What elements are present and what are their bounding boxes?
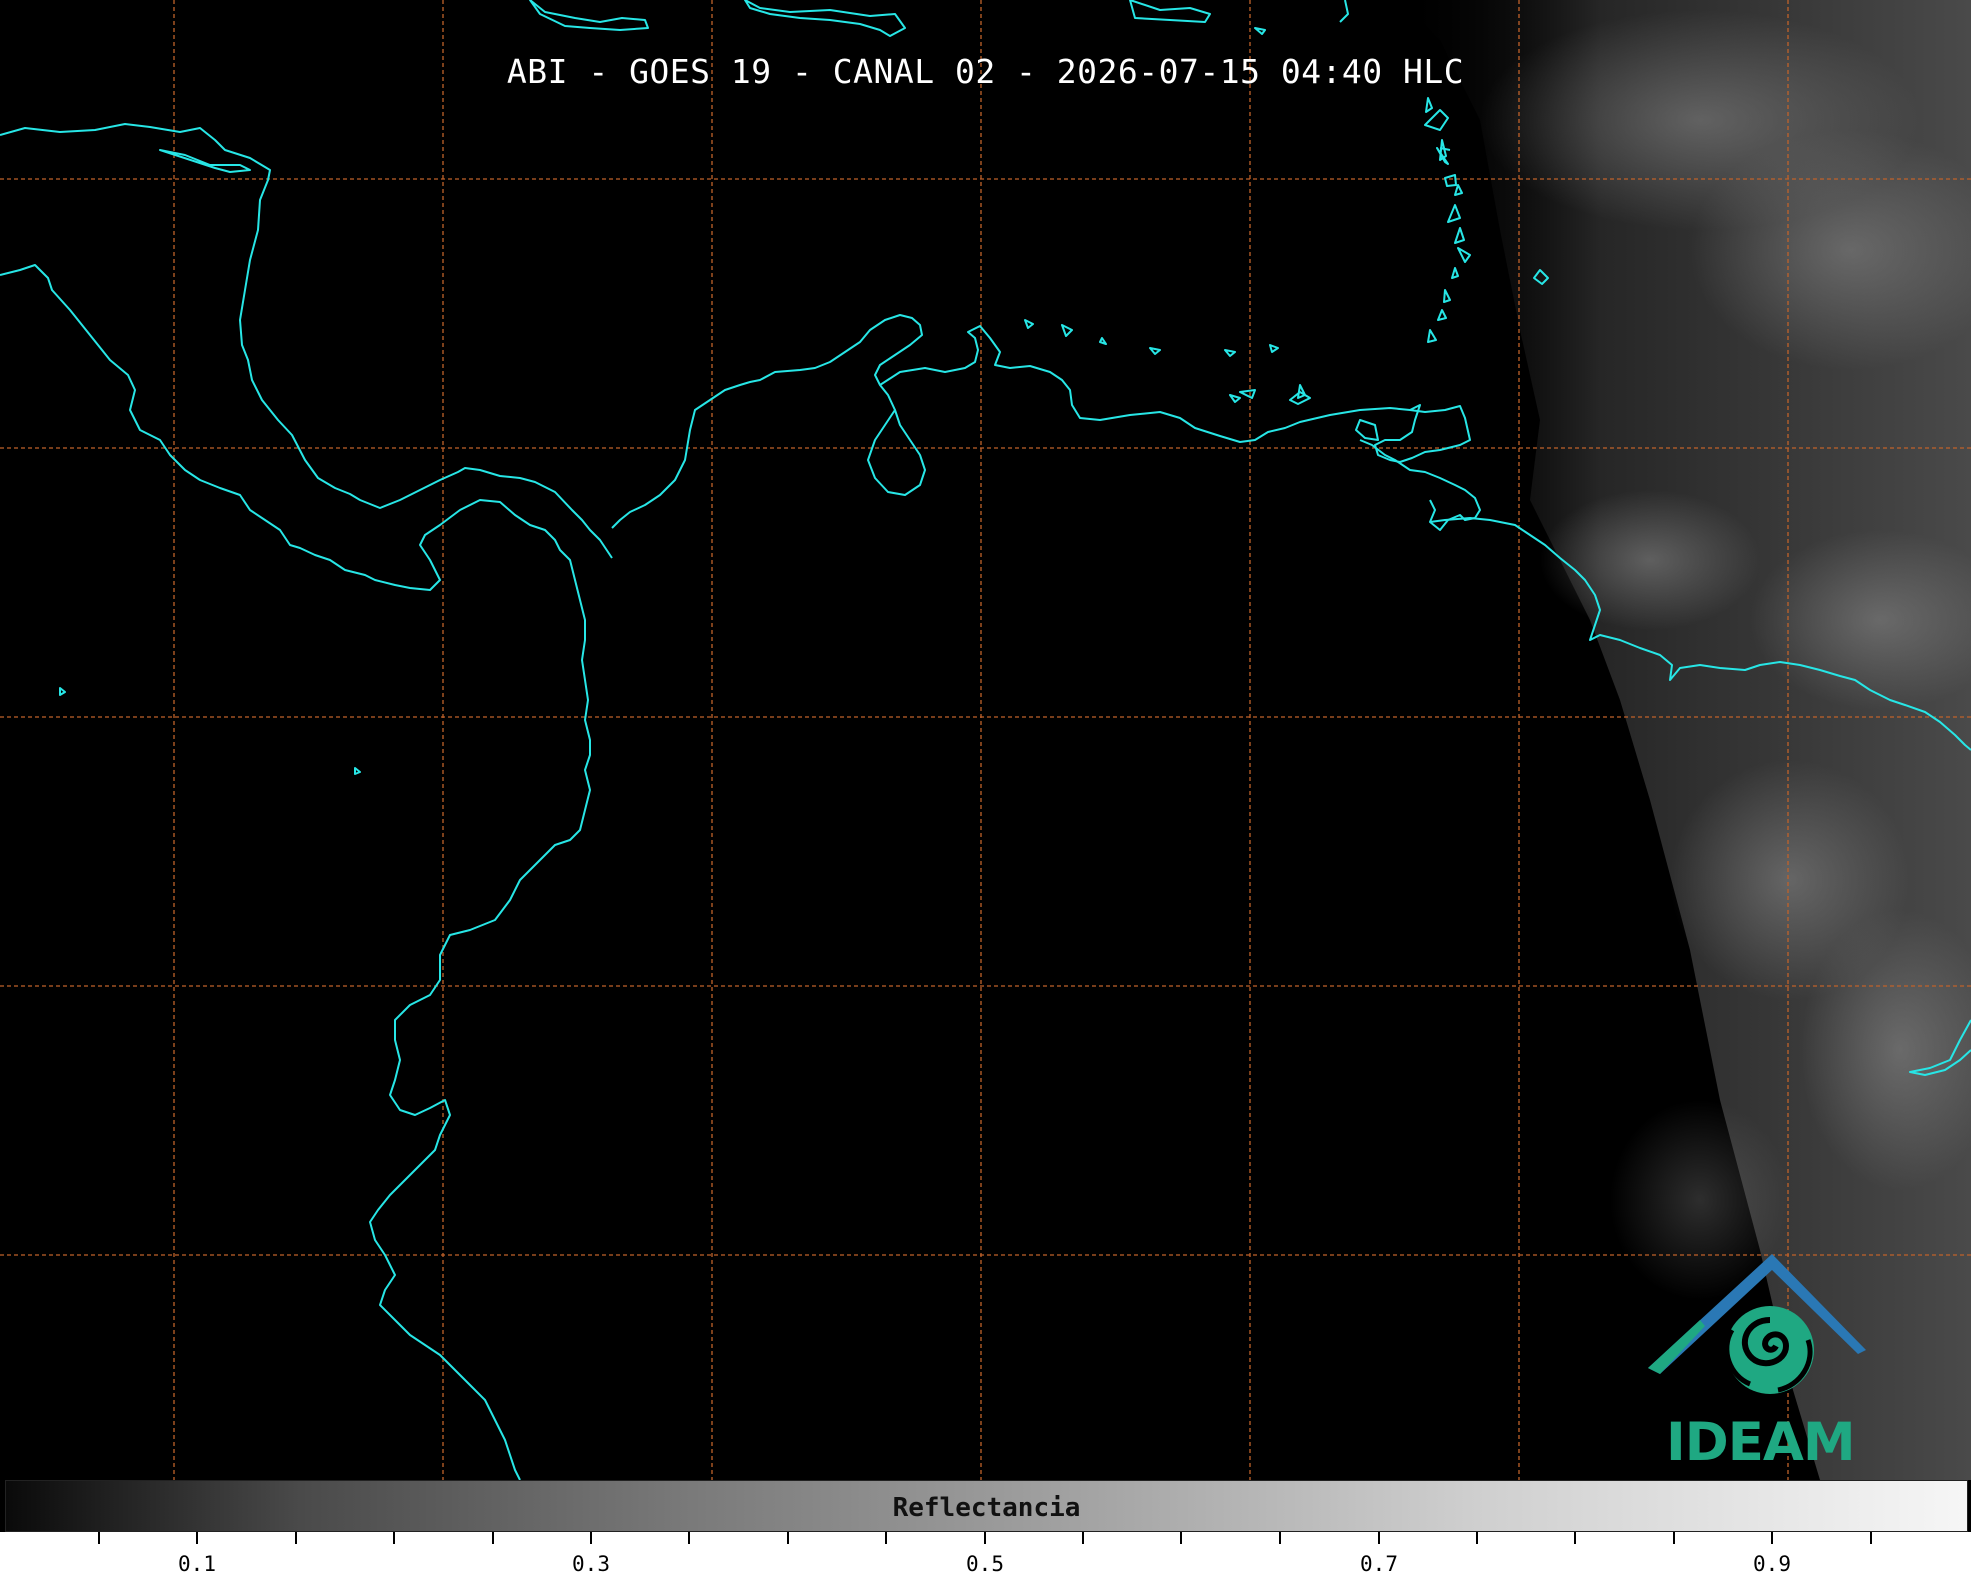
colorbar-minor-tick — [393, 1532, 395, 1544]
map-title: ABI - GOES 19 - CANAL 02 - 2026-07-15 04… — [506, 52, 1465, 91]
colorbar-ticks: 0.1 0.3 0.5 0.7 0.9 — [0, 1532, 1971, 1577]
colorbar-major-tick — [590, 1532, 592, 1544]
coast-pacific-islets — [59, 687, 361, 775]
colorbar-minor-tick — [1574, 1532, 1576, 1544]
ideam-logo-text: IDEAM — [1666, 1412, 1856, 1473]
colorbar-tick-label: 0.7 — [1360, 1552, 1398, 1576]
colorbar-minor-tick — [295, 1532, 297, 1544]
colorbar-minor-tick — [1870, 1532, 1872, 1544]
colorbar-major-tick — [1771, 1532, 1773, 1544]
colorbar-tick-label: 0.9 — [1753, 1552, 1791, 1576]
coast-central-america-caribbean — [0, 123, 613, 559]
colorbar-minor-tick — [1673, 1532, 1675, 1544]
colorbar-tick-label: 0.3 — [572, 1552, 610, 1576]
coast-small-islands — [1024, 319, 1279, 399]
colorbar-minor-tick — [688, 1532, 690, 1544]
coast-lesser-antilles — [1424, 97, 1471, 343]
coast-pacific-colombia — [0, 264, 591, 1480]
ideam-logo-emblem — [1648, 1254, 1866, 1394]
logo-roof-left-icon — [1648, 1320, 1705, 1374]
colorbar-minor-tick — [1082, 1532, 1084, 1544]
colorbar-minor-tick — [1180, 1532, 1182, 1544]
coast-islands-north — [1254, 0, 1349, 35]
colorbar-major-tick — [196, 1532, 198, 1544]
colorbar-minor-tick — [787, 1532, 789, 1544]
coast-colombia-caribbean — [611, 314, 926, 529]
colorbar-minor-tick — [1279, 1532, 1281, 1544]
colorbar-tick-label: 0.1 — [178, 1552, 216, 1576]
colorbar-minor-tick — [492, 1532, 494, 1544]
coast-venezuela — [879, 325, 1471, 463]
coast-puerto-rico — [1129, 0, 1211, 23]
coast-hispaniola — [744, 0, 906, 37]
colorbar-minor-tick — [1476, 1532, 1478, 1544]
colorbar-minor-tick — [98, 1532, 100, 1544]
colorbar-tick-label: 0.5 — [966, 1552, 1004, 1576]
coast-cuba — [529, 0, 649, 31]
colorbar-major-tick — [1378, 1532, 1380, 1544]
coast-abc-islands — [1229, 384, 1379, 441]
colorbar-minor-tick — [885, 1532, 887, 1544]
colorbar-major-tick — [984, 1532, 986, 1544]
colorbar-label: Reflectancia — [892, 1493, 1081, 1523]
colorbar: Reflectancia — [5, 1480, 1968, 1532]
